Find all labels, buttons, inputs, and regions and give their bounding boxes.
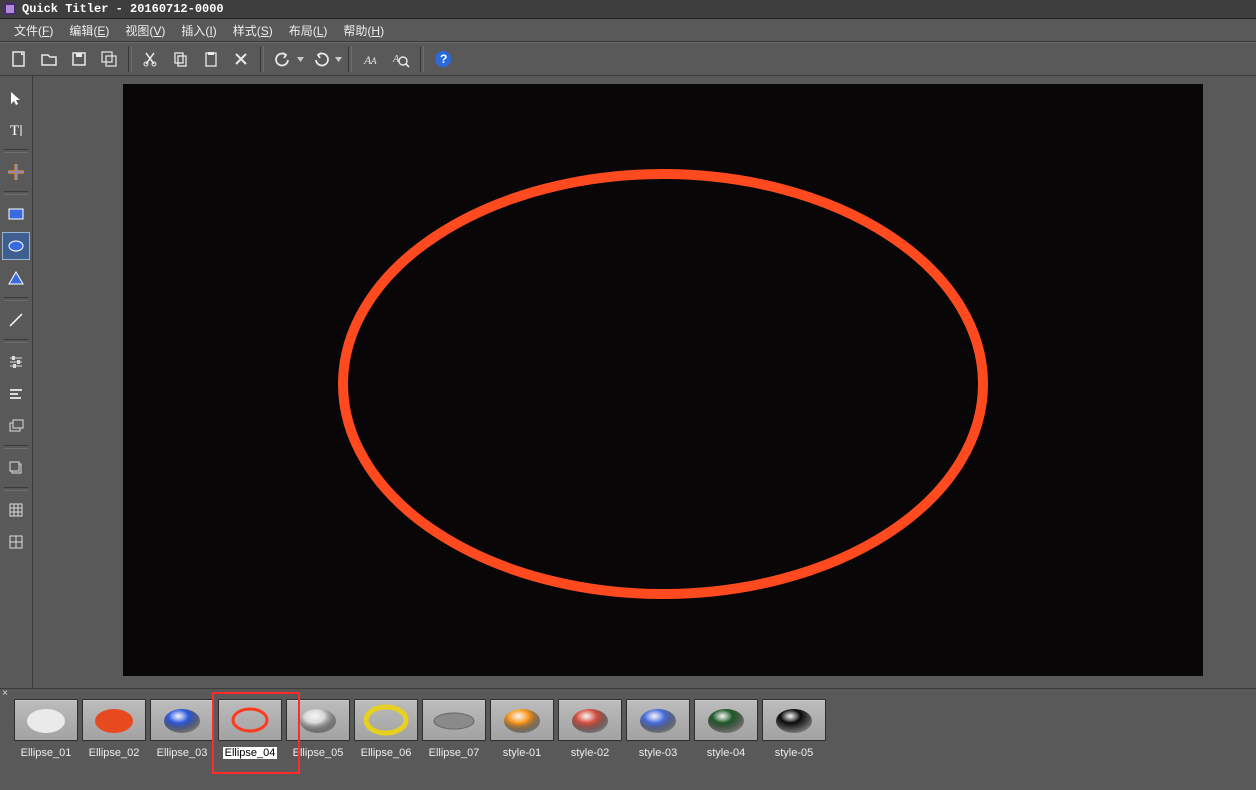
app-icon — [4, 3, 16, 15]
style-preset[interactable]: Ellipse_01 — [14, 699, 78, 759]
style-preset[interactable]: Ellipse_06 — [354, 699, 418, 759]
style-preset[interactable]: Ellipse_04 — [218, 699, 282, 759]
cut-button[interactable] — [138, 46, 164, 72]
style-preset[interactable]: style-04 — [694, 699, 758, 759]
style-thumb — [82, 699, 146, 741]
style-label: style-05 — [775, 747, 814, 759]
find-button[interactable]: A — [388, 46, 414, 72]
styles-panel: × Ellipse_01Ellipse_02Ellipse_03Ellipse_… — [0, 688, 1256, 790]
paste-button[interactable] — [198, 46, 224, 72]
style-preset[interactable]: Ellipse_02 — [82, 699, 146, 759]
undo-dropdown[interactable] — [296, 57, 304, 62]
style-thumb — [626, 699, 690, 741]
style-preset[interactable]: style-05 — [762, 699, 826, 759]
style-thumb — [558, 699, 622, 741]
canvas-area — [33, 76, 1256, 688]
copy-button[interactable] — [168, 46, 194, 72]
side-separator — [4, 149, 28, 153]
style-preset[interactable]: style-03 — [626, 699, 690, 759]
menu-item[interactable]: 帮助(H) — [335, 20, 392, 41]
help-button[interactable]: ? — [430, 46, 456, 72]
sliders-tool[interactable] — [2, 348, 30, 376]
style-label: Ellipse_05 — [293, 747, 344, 759]
style-label: style-02 — [571, 747, 610, 759]
style-thumb — [490, 699, 554, 741]
style-preset[interactable]: Ellipse_05 — [286, 699, 350, 759]
style-preset[interactable]: Ellipse_03 — [150, 699, 214, 759]
delete-button[interactable] — [228, 46, 254, 72]
style-label: Ellipse_07 — [429, 747, 480, 759]
ellipse-tool[interactable] — [2, 232, 30, 260]
side-separator — [4, 297, 28, 301]
style-thumb — [14, 699, 78, 741]
toolbar-separator — [348, 46, 352, 72]
side-separator — [4, 191, 28, 195]
menu-item[interactable]: 编辑(E) — [61, 20, 117, 41]
style-label: Ellipse_06 — [361, 747, 412, 759]
style-label: style-03 — [639, 747, 678, 759]
open-button[interactable] — [36, 46, 62, 72]
menu-item[interactable]: 文件(F) — [6, 20, 61, 41]
crosshair-tool[interactable] — [2, 158, 30, 186]
depth-tool[interactable] — [2, 454, 30, 482]
style-preset[interactable]: Ellipse_07 — [422, 699, 486, 759]
workspace: T — [0, 76, 1256, 688]
text-style-button[interactable]: AA — [358, 46, 384, 72]
style-thumb — [422, 699, 486, 741]
toolbar-separator — [260, 46, 264, 72]
align-tool[interactable] — [2, 380, 30, 408]
style-label: style-01 — [503, 747, 542, 759]
new-button[interactable] — [6, 46, 32, 72]
toolbar-separator — [128, 46, 132, 72]
styles-strip: Ellipse_01 Ellipse_02 Ellipse_03 Ellipse_04… — [0, 689, 1256, 759]
svg-text:?: ? — [440, 52, 447, 66]
menu-item[interactable]: 视图(V) — [117, 20, 173, 41]
menu-bar: 文件(F)编辑(E)视图(V)插入(I)样式(S)布局(L)帮助(H) — [0, 19, 1256, 42]
style-thumb — [150, 699, 214, 741]
style-preset[interactable]: style-02 — [558, 699, 622, 759]
style-thumb — [694, 699, 758, 741]
close-panel-icon[interactable]: × — [0, 689, 10, 699]
style-label: Ellipse_02 — [89, 747, 140, 759]
style-thumb — [354, 699, 418, 741]
title-bar: Quick Titler - 20160712-0000 — [0, 0, 1256, 19]
redo-button[interactable] — [308, 46, 334, 72]
canvas[interactable] — [123, 84, 1203, 676]
side-separator — [4, 339, 28, 343]
window-title: Quick Titler - 20160712-0000 — [22, 2, 224, 16]
side-separator — [4, 487, 28, 491]
layer-tool[interactable] — [2, 412, 30, 440]
side-toolbar: T — [0, 76, 33, 688]
svg-text:T: T — [10, 123, 19, 139]
style-thumb — [762, 699, 826, 741]
toolbar-separator — [420, 46, 424, 72]
line-tool[interactable] — [2, 306, 30, 334]
style-label: Ellipse_01 — [21, 747, 72, 759]
rect-tool[interactable] — [2, 200, 30, 228]
grid-tool[interactable] — [2, 496, 30, 524]
menu-item[interactable]: 插入(I) — [173, 20, 224, 41]
pointer-tool[interactable] — [2, 84, 30, 112]
style-label: Ellipse_04 — [223, 747, 278, 759]
main-toolbar: AA A ? — [0, 42, 1256, 76]
style-label: Ellipse_03 — [157, 747, 208, 759]
svg-text:A: A — [370, 56, 377, 66]
style-label: style-04 — [707, 747, 746, 759]
style-thumb — [286, 699, 350, 741]
side-separator — [4, 445, 28, 449]
save-as-button[interactable] — [96, 46, 122, 72]
style-thumb — [218, 699, 282, 741]
triangle-tool[interactable] — [2, 264, 30, 292]
save-button[interactable] — [66, 46, 92, 72]
redo-dropdown[interactable] — [334, 57, 342, 62]
menu-item[interactable]: 布局(L) — [281, 20, 336, 41]
text-tool[interactable]: T — [2, 116, 30, 144]
style-preset[interactable]: style-01 — [490, 699, 554, 759]
grid2-tool[interactable] — [2, 528, 30, 556]
undo-button[interactable] — [270, 46, 296, 72]
menu-item[interactable]: 样式(S) — [225, 20, 281, 41]
